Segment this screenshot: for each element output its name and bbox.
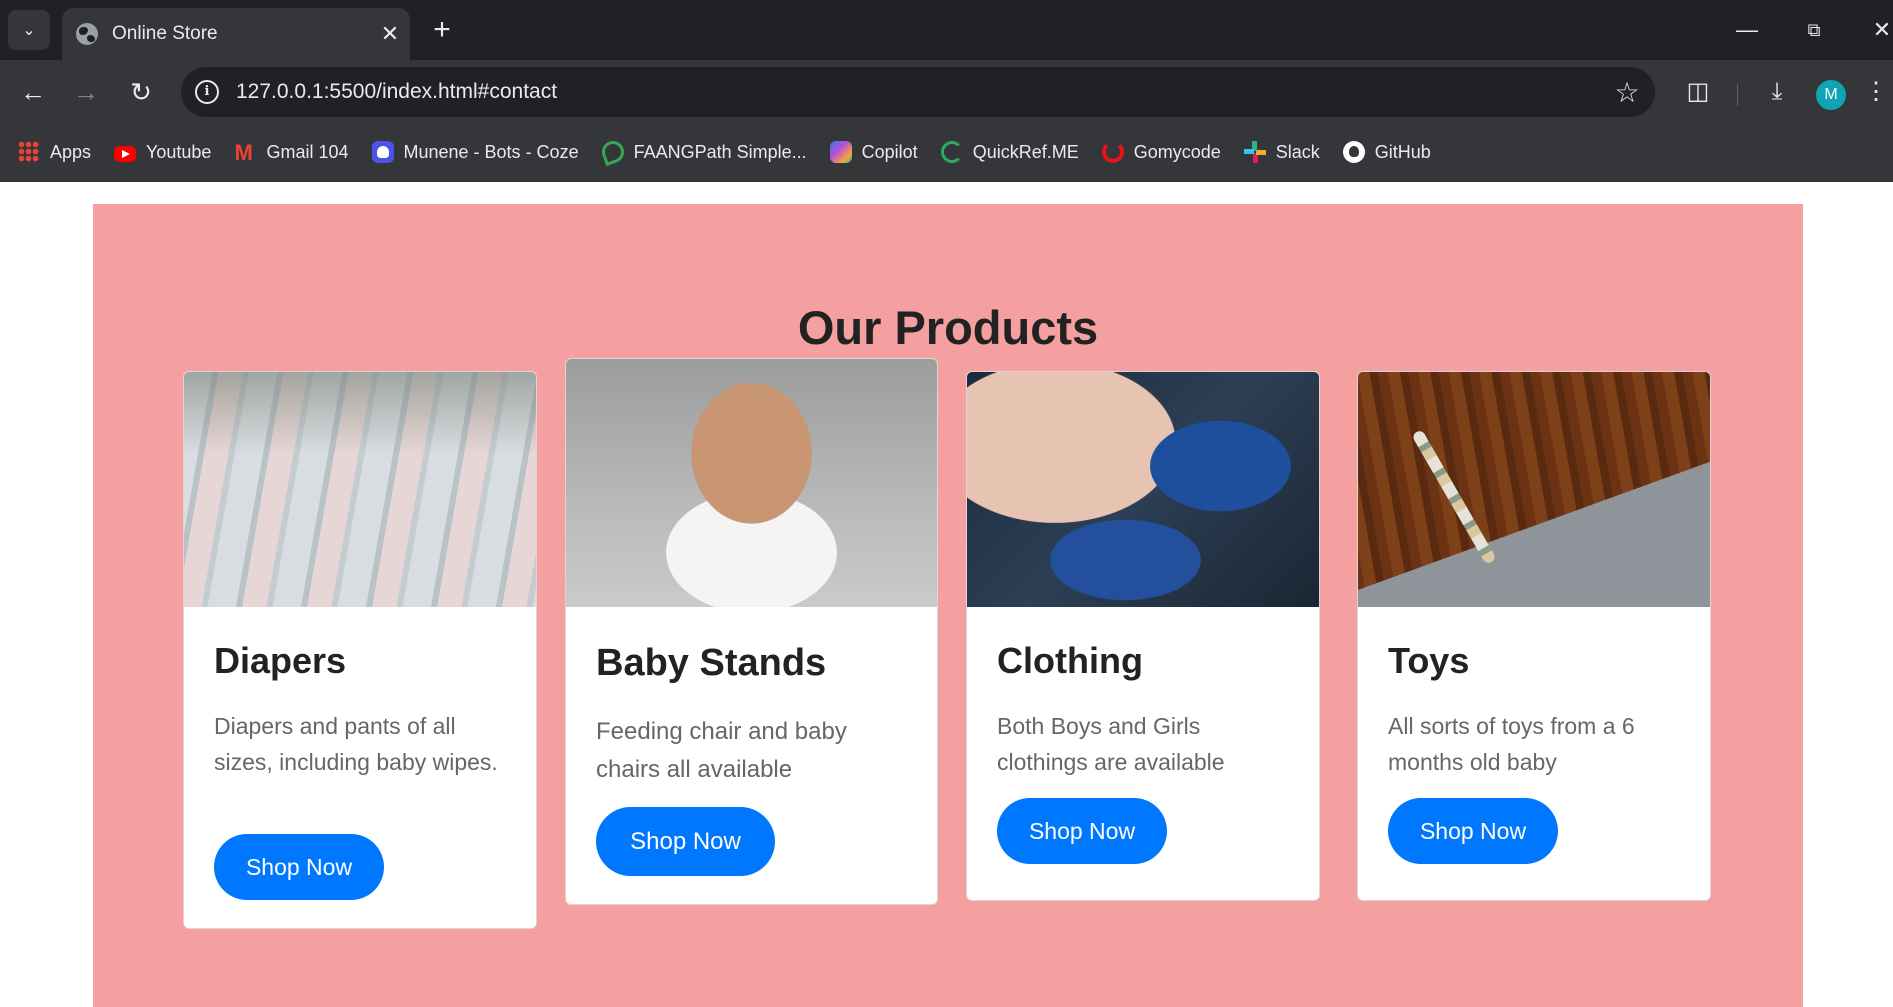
browser-toolbar: ← → ↻ i 127.0.0.1:5500/index.html#contac… xyxy=(0,60,1893,122)
shop-now-button[interactable]: Shop Now xyxy=(1388,798,1558,864)
shop-now-button[interactable]: Shop Now xyxy=(214,834,384,900)
tab-close-icon[interactable]: ✕ xyxy=(370,21,410,47)
bookmark-label: Gmail 104 xyxy=(266,141,349,162)
url-text[interactable]: 127.0.0.1:5500/index.html#contact xyxy=(236,80,1599,104)
product-title: Baby Stands xyxy=(596,642,827,684)
gmail-icon xyxy=(234,140,256,166)
bookmark-copilot[interactable]: Copilot xyxy=(829,141,918,163)
bookmark-label: Youtube xyxy=(146,141,212,162)
active-tab[interactable]: Online Store ✕ xyxy=(62,8,410,60)
back-arrow-icon[interactable]: ← xyxy=(13,74,53,110)
product-card-diapers: Diapers Diapers and pants of all sizes, … xyxy=(183,371,537,929)
product-title: Diapers xyxy=(214,640,347,681)
globe-icon xyxy=(76,23,98,45)
youtube-icon xyxy=(114,145,137,162)
tab-title: Online Store xyxy=(112,23,218,44)
restore-icon[interactable]: ⧉ xyxy=(1794,12,1834,48)
toys-image xyxy=(1358,372,1710,607)
bookmark-slack[interactable]: Slack xyxy=(1243,141,1320,163)
bookmark-label: Munene - Bots - Coze xyxy=(403,141,579,162)
bookmark-gmail[interactable]: Gmail 104 xyxy=(234,140,349,166)
apps-grid-icon xyxy=(18,141,40,163)
product-card-clothing: Clothing Both Boys and Girls clothings a… xyxy=(966,371,1320,901)
forward-arrow-icon[interactable]: → xyxy=(66,74,106,110)
product-card-baby-stands: Baby Stands Feeding chair and baby chair… xyxy=(565,358,938,905)
bookmark-quickref[interactable]: QuickRef.ME xyxy=(940,141,1079,163)
bookmark-github[interactable]: GitHub xyxy=(1342,141,1431,163)
bookmark-label: Gomycode xyxy=(1133,141,1221,162)
shop-now-button[interactable]: Shop Now xyxy=(596,807,775,876)
products-section: Our Products Diapers Diapers and pants o… xyxy=(93,204,1803,1007)
bookmark-apps[interactable]: Apps xyxy=(18,141,91,163)
faangpath-icon xyxy=(598,137,627,167)
toolbar-divider xyxy=(1737,84,1738,106)
minimize-icon[interactable]: — xyxy=(1727,12,1767,48)
tab-search-chevron-down-icon[interactable]: ⌄ xyxy=(8,10,50,50)
browser-tab-bar: ⌄ Online Store ✕ + — ⧉ ✕ xyxy=(0,0,1893,60)
product-card-toys: Toys All sorts of toys from a 6 months o… xyxy=(1357,371,1711,901)
diapers-image xyxy=(184,372,536,607)
bookmark-label: Slack xyxy=(1275,141,1320,162)
product-title: Toys xyxy=(1388,640,1470,681)
bookmark-label: QuickRef.ME xyxy=(972,141,1079,162)
bookmark-faangpath[interactable]: FAANGPath Simple... xyxy=(598,137,807,167)
shop-now-button[interactable]: Shop Now xyxy=(997,798,1167,864)
bookmark-gomycode[interactable]: Gomycode xyxy=(1101,141,1221,163)
github-icon xyxy=(1342,141,1365,163)
product-description: Diapers and pants of all sizes, includin… xyxy=(214,713,498,775)
bookmarks-bar: Apps Youtube Gmail 104 Munene - Bots - C… xyxy=(0,122,1893,182)
address-bar[interactable]: i 127.0.0.1:5500/index.html#contact ☆ xyxy=(181,67,1655,117)
reload-icon[interactable]: ↻ xyxy=(121,74,161,110)
gomycode-icon xyxy=(1101,141,1124,163)
close-window-icon[interactable]: ✕ xyxy=(1862,12,1893,48)
profile-avatar[interactable]: M xyxy=(1816,80,1846,110)
product-description: Feeding chair and baby chairs all availa… xyxy=(596,718,847,783)
baby-shoes-image xyxy=(967,372,1319,607)
quickref-icon xyxy=(940,141,963,163)
bookmark-label: Copilot xyxy=(861,141,918,162)
menu-kebab-icon[interactable]: ⋮ xyxy=(1864,74,1893,110)
bookmark-coze[interactable]: Munene - Bots - Coze xyxy=(371,141,579,163)
product-description: All sorts of toys from a 6 months old ba… xyxy=(1388,713,1635,775)
bookmark-youtube[interactable]: Youtube xyxy=(114,142,211,163)
site-info-icon[interactable]: i xyxy=(195,80,219,104)
page-viewport: Our Products Diapers Diapers and pants o… xyxy=(0,182,1893,1007)
bookmark-star-icon[interactable]: ☆ xyxy=(1599,76,1655,109)
bookmark-label: FAANGPath Simple... xyxy=(633,141,807,162)
bookmark-label: Apps xyxy=(50,141,92,162)
new-tab-plus-icon[interactable]: + xyxy=(424,12,460,48)
coze-icon xyxy=(371,141,394,163)
section-title: Our Products xyxy=(797,301,1099,354)
bookmark-label: GitHub xyxy=(1374,141,1431,162)
extensions-puzzle-icon[interactable]: ◫ xyxy=(1678,74,1718,110)
copilot-icon xyxy=(829,141,852,163)
product-title: Clothing xyxy=(997,640,1143,681)
product-description: Both Boys and Girls clothings are availa… xyxy=(997,713,1225,775)
download-icon[interactable]: ⤓ xyxy=(1757,74,1797,110)
slack-icon xyxy=(1243,141,1266,163)
baby-stand-image xyxy=(566,359,937,607)
